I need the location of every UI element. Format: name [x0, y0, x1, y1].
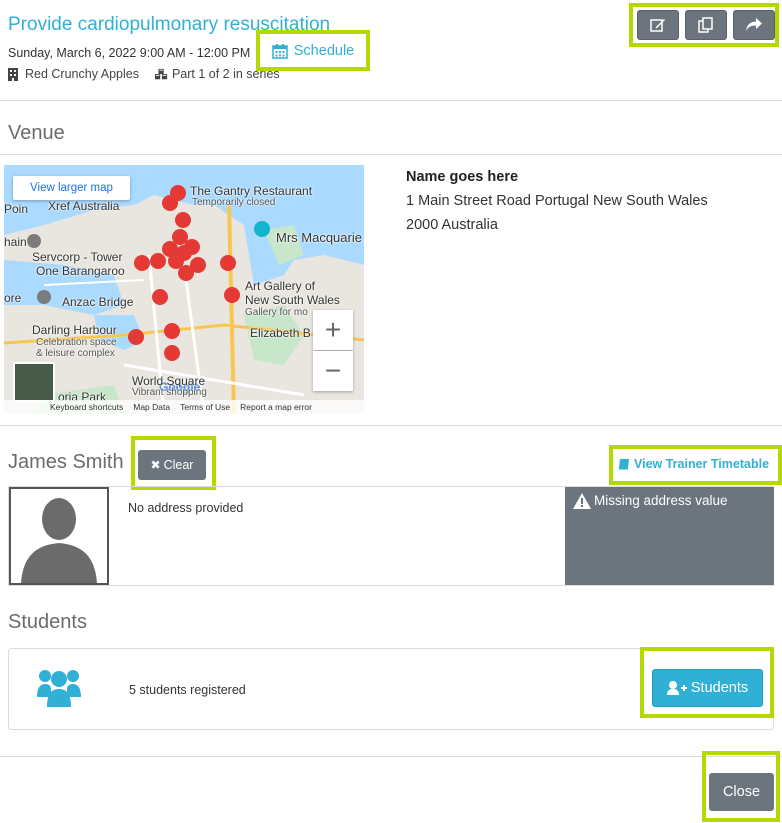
venue-heading: Venue	[8, 122, 65, 144]
map-footer: Keyboard shortcuts Map Data Terms of Use…	[4, 400, 364, 414]
map-label: World Square	[132, 374, 206, 388]
map-label: Mrs Macquarie	[276, 230, 362, 245]
map-label: Celebration space	[36, 337, 117, 348]
students-button-highlight	[640, 647, 774, 718]
terms-of-use-link[interactable]: Terms of Use	[180, 402, 230, 412]
person-silhouette-icon	[21, 498, 97, 583]
map-label: Xref Australia	[48, 199, 120, 213]
map-label: Vibrant shopping	[132, 387, 207, 398]
zoom-in-button[interactable]: +	[313, 310, 353, 350]
cubes-icon	[154, 68, 168, 81]
report-map-error-link[interactable]: Report a map error	[240, 402, 312, 412]
trainer-card: No address provided Missing address valu…	[8, 486, 774, 586]
organisation-name: Red Crunchy Apples	[25, 67, 139, 81]
divider	[0, 154, 782, 155]
venue-map[interactable]: Google View larger map The Gantry Restau…	[4, 165, 364, 414]
venue-name: Name goes here	[406, 169, 519, 185]
toolbar-highlight	[629, 3, 779, 47]
trainer-name: James Smith	[8, 451, 124, 473]
map-label: hain	[4, 235, 27, 249]
map-label: & leisure complex	[36, 348, 115, 359]
venue-address-line2: 2000 Australia	[406, 217, 498, 233]
map-label: Art Gallery of	[245, 279, 316, 293]
map-label: Servcorp - Tower	[32, 250, 123, 264]
map-label: One Barangaroo	[36, 264, 125, 278]
map-label: Poin	[4, 202, 29, 216]
divider	[0, 100, 782, 101]
map-label: Elizabeth B	[250, 326, 311, 340]
missing-address-warning: Missing address value	[565, 487, 774, 585]
students-count: 5 students registered	[129, 683, 246, 697]
map-label: Temporarily closed	[192, 197, 276, 208]
users-icon	[37, 670, 81, 707]
map-label: Gallery for mo	[245, 307, 308, 318]
map-data-link[interactable]: Map Data	[133, 402, 170, 412]
trainer-address: No address provided	[128, 501, 244, 515]
students-heading: Students	[8, 611, 87, 633]
avatar	[9, 487, 109, 585]
close-highlight	[702, 751, 780, 822]
venue-address-line1: 1 Main Street Road Portugal New South Wa…	[406, 193, 708, 209]
schedule-highlight	[256, 30, 370, 71]
view-larger-map-link[interactable]: View larger map	[13, 176, 130, 200]
map-label: New South Wales	[245, 293, 340, 307]
clear-highlight	[131, 436, 216, 490]
map-label: ore	[4, 291, 22, 305]
warning-icon	[573, 493, 591, 509]
map-label: The Gantry Restaurant	[190, 184, 313, 198]
zoom-out-button[interactable]: −	[313, 351, 353, 391]
timetable-highlight	[609, 445, 782, 485]
divider	[0, 425, 782, 426]
map-label: Darling Harbour	[32, 323, 117, 337]
building-icon	[8, 67, 21, 81]
warning-text: Missing address value	[594, 493, 728, 508]
divider	[0, 756, 782, 757]
map-label: Anzac Bridge	[62, 295, 134, 309]
event-datetime: Sunday, March 6, 2022 9:00 AM - 12:00 PM	[8, 46, 251, 60]
keyboard-shortcuts-link[interactable]: Keyboard shortcuts	[50, 402, 123, 412]
event-meta: Red Crunchy Apples Part 1 of 2 in series	[8, 67, 280, 81]
